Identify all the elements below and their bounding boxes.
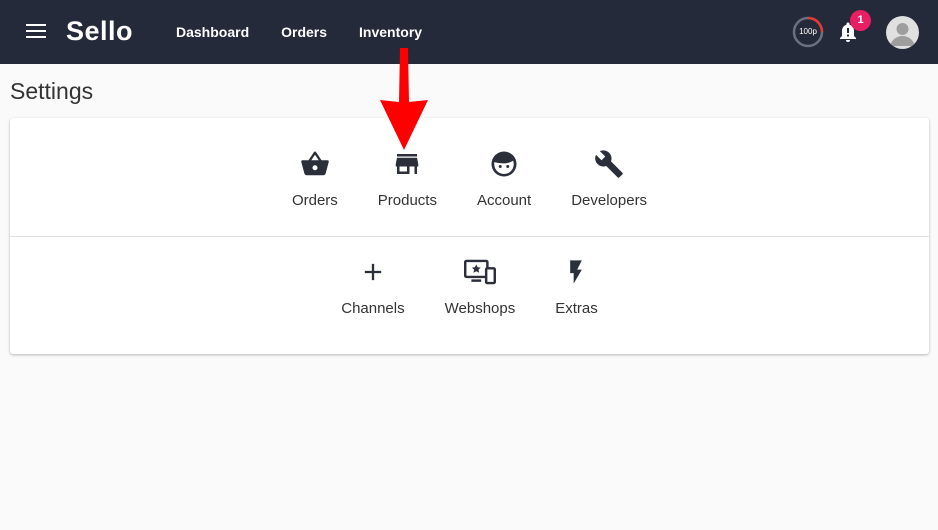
usage-progress-ring[interactable]: 100p — [791, 15, 825, 49]
devices-star-icon — [463, 256, 496, 288]
settings-item-label: Webshops — [444, 300, 516, 317]
lightning-icon — [560, 256, 592, 288]
settings-item-webshops[interactable]: Webshops — [444, 256, 516, 317]
user-avatar[interactable] — [886, 16, 919, 49]
notification-badge[interactable]: 1 — [850, 10, 871, 31]
settings-item-developers[interactable]: Developers — [571, 148, 647, 209]
page-title: Settings — [10, 78, 94, 104]
progress-label: 100p — [799, 27, 817, 36]
settings-card: Orders Products Account Developers Chann… — [10, 118, 929, 354]
settings-item-orders[interactable]: Orders — [292, 148, 338, 209]
nav-inventory[interactable]: Inventory — [359, 24, 422, 40]
settings-item-products[interactable]: Products — [378, 148, 437, 209]
top-app-bar: Sello Dashboard Orders Inventory 100p 1 — [0, 0, 938, 64]
user-icon — [890, 23, 915, 46]
settings-row-primary: Orders Products Account Developers — [10, 148, 929, 209]
settings-item-channels[interactable]: Channels — [341, 256, 405, 317]
nav-orders[interactable]: Orders — [281, 24, 327, 40]
settings-item-label: Developers — [571, 192, 648, 209]
app-logo[interactable]: Sello — [66, 16, 133, 47]
plus-icon — [357, 256, 389, 288]
settings-item-label: Account — [476, 192, 532, 209]
menu-icon[interactable] — [26, 24, 46, 40]
red-arrow-down-icon — [380, 48, 428, 150]
store-icon — [391, 148, 423, 180]
settings-item-extras[interactable]: Extras — [555, 256, 598, 317]
settings-item-account[interactable]: Account — [477, 148, 531, 209]
settings-item-label: Extras — [555, 300, 598, 317]
settings-item-label: Orders — [291, 192, 338, 209]
settings-divider — [10, 236, 929, 237]
nav-dashboard[interactable]: Dashboard — [176, 24, 249, 40]
settings-item-label: Channels — [341, 300, 405, 317]
wrench-icon — [593, 148, 625, 180]
settings-row-secondary: Channels Webshops Extras — [10, 256, 929, 317]
settings-item-label: Products — [377, 192, 437, 209]
basket-icon — [299, 148, 331, 180]
face-icon — [488, 148, 520, 180]
